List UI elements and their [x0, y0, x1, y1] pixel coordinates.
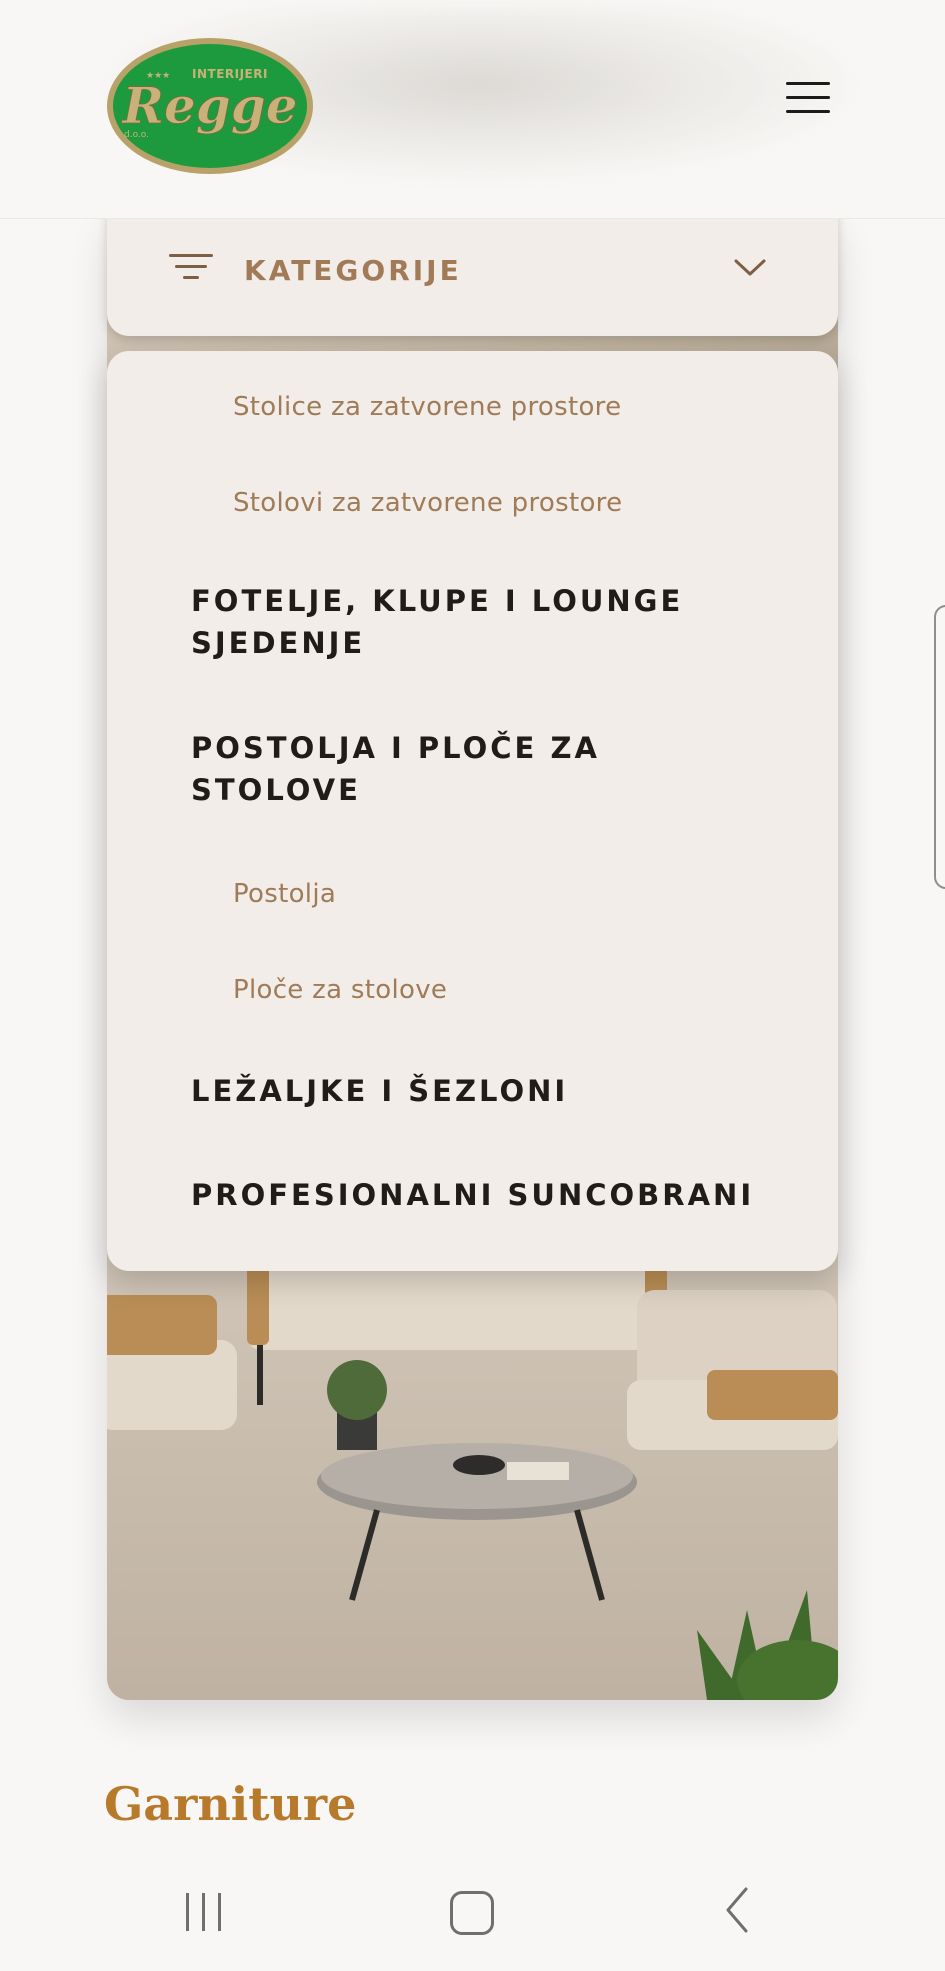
dropdown-item-stolice-zatvorene[interactable]: Stolice za zatvorene prostore — [233, 387, 621, 427]
chevron-down-icon — [734, 259, 766, 276]
categories-dropdown: Stolice za zatvorene prostore Stolovi za… — [107, 351, 838, 1271]
logo-brand: Regge — [120, 76, 297, 135]
edge-panel-handle[interactable] — [934, 605, 945, 889]
dropdown-item-postolja-ploce[interactable]: POSTOLJA I PLOČE ZA STOLOVE — [191, 727, 600, 811]
dropdown-item-postolja[interactable]: Postolja — [233, 874, 336, 914]
page: ★★★ INTERIJERI Regge d.o.o. KATEGORIJE S… — [0, 0, 945, 1971]
site-header: ★★★ INTERIJERI Regge d.o.o. — [0, 0, 945, 219]
hamburger-menu-icon[interactable] — [780, 74, 836, 122]
dropdown-item-fotelje-klupe[interactable]: FOTELJE, KLUPE I LOUNGE SJEDENJE — [191, 580, 683, 664]
recents-icon[interactable] — [182, 1889, 226, 1935]
home-icon[interactable] — [450, 1891, 494, 1935]
dropdown-item-profesionalni-suncobrani[interactable]: PROFESIONALNI SUNCOBRANI — [191, 1174, 754, 1216]
logo-suffix: d.o.o. — [124, 130, 149, 140]
categories-label: KATEGORIJE — [244, 254, 462, 287]
filter-lines-icon — [169, 254, 213, 279]
categories-toggle[interactable]: KATEGORIJE — [107, 210, 838, 336]
regge-logo[interactable]: ★★★ INTERIJERI Regge d.o.o. — [104, 35, 316, 177]
dropdown-item-lezaljke-sezloni[interactable]: LEŽALJKE I ŠEZLONI — [191, 1070, 568, 1112]
section-title: Garniture — [104, 1777, 357, 1831]
dropdown-item-stolovi-zatvorene[interactable]: Stolovi za zatvorene prostore — [233, 483, 622, 523]
back-icon[interactable] — [720, 1885, 754, 1935]
system-navigation-bar — [0, 1855, 945, 1971]
dropdown-item-ploce-stolove[interactable]: Ploče za stolove — [233, 970, 447, 1010]
